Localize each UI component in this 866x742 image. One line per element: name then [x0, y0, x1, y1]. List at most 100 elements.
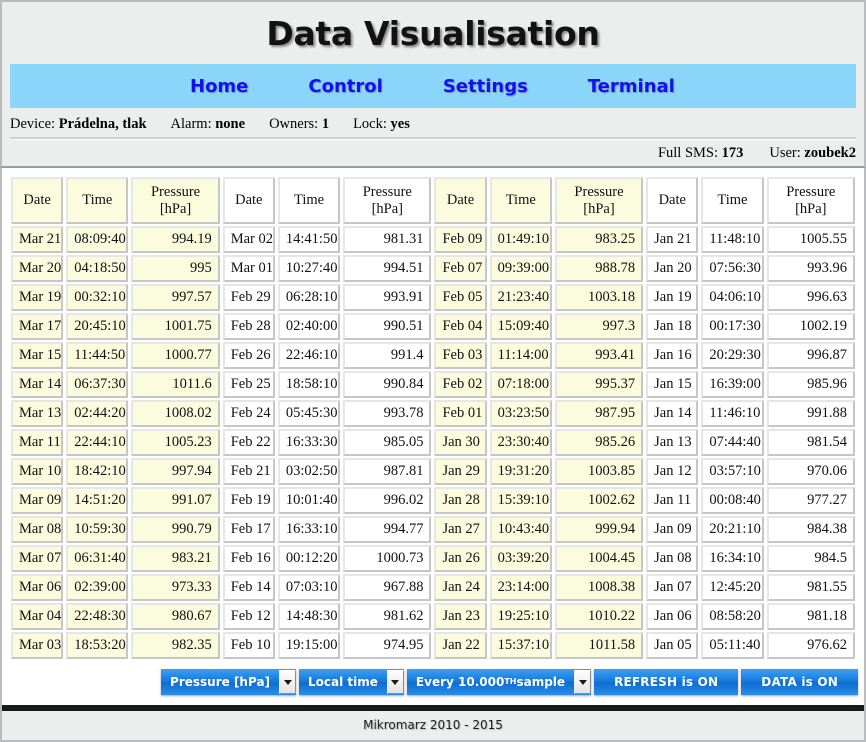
cell-time: 18:58:10 [277, 371, 341, 399]
cell-time: 12:45:20 [701, 574, 764, 602]
quantity-select-label: Pressure [hPa] [170, 675, 271, 690]
nav-item-settings[interactable]: Settings [443, 76, 528, 97]
cell-time: 16:33:30 [277, 429, 341, 457]
cell-date: Jan 07 [646, 574, 699, 602]
cell-date: Jan 26 [434, 545, 487, 573]
cell-date: Feb 16 [222, 545, 275, 573]
page-footer: Mikromarz 2010 - 2015 [0, 710, 866, 742]
data-visualisation-page: Data Visualisation Home Control Settings… [0, 0, 866, 742]
cell-date: Jan 16 [646, 342, 699, 370]
table-header-time: Time [66, 177, 129, 225]
device-field: Device: Prádelna, tlak [10, 116, 147, 133]
cell-date: Mar 20 [11, 255, 64, 283]
table-header-pressure: Pressure [hPa] [343, 177, 432, 225]
cell-date: Jan 18 [646, 313, 699, 341]
cell-date: Mar 17 [11, 313, 64, 341]
alarm-field: Alarm: none [171, 116, 246, 133]
table-row: Mar 11 22:44:10 1005.23 Feb 22 16:33:30 985.0… [11, 429, 855, 457]
cell-pressure: 990.51 [343, 313, 432, 341]
cell-date: Mar 06 [11, 574, 64, 602]
device-label: Device: [10, 115, 56, 132]
cell-pressure: 985.96 [766, 371, 855, 399]
cell-time: 16:34:10 [701, 545, 764, 573]
cell-date: Mar 07 [11, 545, 64, 573]
cell-time: 00:08:40 [701, 487, 764, 515]
cell-date: Jan 29 [434, 458, 487, 486]
cell-pressure: 993.78 [343, 400, 432, 428]
cell-time: 16:33:10 [277, 516, 341, 544]
cell-time: 00:17:30 [701, 313, 764, 341]
cell-date: Feb 02 [434, 371, 487, 399]
cell-time: 15:39:10 [489, 487, 552, 515]
user-field: User: zoubek2 [769, 145, 856, 162]
owners-value: 1 [321, 115, 330, 132]
owners-field: Owners: 1 [269, 116, 329, 133]
cell-pressure: 1003.18 [554, 284, 644, 312]
cell-pressure: 997.94 [131, 458, 220, 486]
table-header-date: Date [222, 177, 275, 225]
cell-pressure: 981.18 [766, 603, 855, 631]
cell-time: 04:06:10 [701, 284, 764, 312]
cell-pressure: 1004.45 [554, 545, 644, 573]
cell-pressure: 982.35 [131, 632, 220, 660]
refresh-toggle-button[interactable]: REFRESH is ON [594, 669, 739, 696]
cell-pressure: 993.96 [766, 255, 855, 283]
table-row: Mar 21 08:09:40 994.19 Mar 02 14:41:50 981.31… [11, 226, 855, 254]
nav-item-home[interactable]: Home [190, 76, 248, 97]
cell-time: 05:45:30 [277, 400, 341, 428]
cell-time: 07:56:30 [701, 255, 764, 283]
cell-date: Feb 28 [222, 313, 275, 341]
table-header-pressure: Pressure [hPa] [766, 177, 855, 225]
cell-pressure: 994.51 [343, 255, 432, 283]
full-sms-label: Full SMS: [657, 144, 718, 161]
table-row: Mar 15 11:44:50 1000.77 Feb 26 22:46:10 991.4… [11, 342, 855, 370]
chevron-down-icon[interactable] [386, 670, 404, 695]
nav-item-control[interactable]: Control [308, 76, 382, 97]
data-toggle-button[interactable]: DATA is ON [741, 669, 858, 696]
controls-toolbar-wrap: Pressure [hPa] Local time Every 10.000 TH… [0, 661, 866, 706]
user-value: zoubek2 [804, 144, 856, 161]
cell-pressure: 983.25 [554, 226, 644, 254]
cell-date: Feb 22 [222, 429, 275, 457]
cell-time: 20:45:10 [66, 313, 129, 341]
cell-time: 22:44:10 [66, 429, 129, 457]
cell-pressure: 999.94 [554, 516, 644, 544]
cell-date: Jan 09 [646, 516, 699, 544]
cell-pressure: 996.02 [343, 487, 432, 515]
cell-pressure: 984.38 [766, 516, 855, 544]
chevron-down-icon[interactable] [574, 670, 592, 695]
table-header-date: Date [434, 177, 487, 225]
cell-time: 02:40:00 [277, 313, 341, 341]
cell-pressure: 985.05 [343, 429, 432, 457]
chevron-down-icon[interactable] [279, 670, 297, 695]
cell-pressure: 981.54 [766, 429, 855, 457]
cell-pressure: 980.67 [131, 603, 220, 631]
cell-date: Jan 14 [646, 400, 699, 428]
table-row: Mar 03 18:53:20 982.35 Feb 10 19:15:00 974.95… [11, 632, 855, 660]
cell-date: Mar 10 [11, 458, 64, 486]
cell-time: 22:48:30 [66, 603, 129, 631]
navigation-bar: Home Control Settings Terminal [10, 64, 856, 109]
cell-pressure: 996.87 [766, 342, 855, 370]
cell-time: 15:37:10 [489, 632, 552, 660]
cell-date: Mar 04 [11, 603, 64, 631]
page-title: Data Visualisation [266, 13, 600, 53]
table-header-row: Date Time Pressure [hPa] Date Time Pressure [hP… [11, 177, 855, 225]
timebase-select[interactable]: Local time [299, 669, 404, 696]
cell-date: Feb 25 [222, 371, 275, 399]
table-header-pressure: Pressure [hPa] [554, 177, 644, 225]
cell-date: Jan 30 [434, 429, 487, 457]
cell-pressure: 997.3 [554, 313, 644, 341]
nav-item-terminal[interactable]: Terminal [588, 76, 675, 97]
quantity-select[interactable]: Pressure [hPa] [161, 669, 297, 696]
cell-time: 16:39:00 [701, 371, 764, 399]
sampling-select[interactable]: Every 10.000 TH sample [406, 669, 592, 696]
cell-pressure: 974.95 [343, 632, 432, 660]
table-body: Mar 21 08:09:40 994.19 Mar 02 14:41:50 981.31… [11, 226, 855, 660]
cell-date: Feb 14 [222, 574, 275, 602]
cell-time: 11:46:10 [701, 400, 764, 428]
cell-date: Jan 22 [434, 632, 487, 660]
data-table-area: Date Time Pressure [hPa] Date Time Pressure [hP… [0, 168, 866, 662]
table-head: Date Time Pressure [hPa] Date Time Pressure [hP… [11, 177, 855, 225]
cell-time: 20:29:30 [701, 342, 764, 370]
